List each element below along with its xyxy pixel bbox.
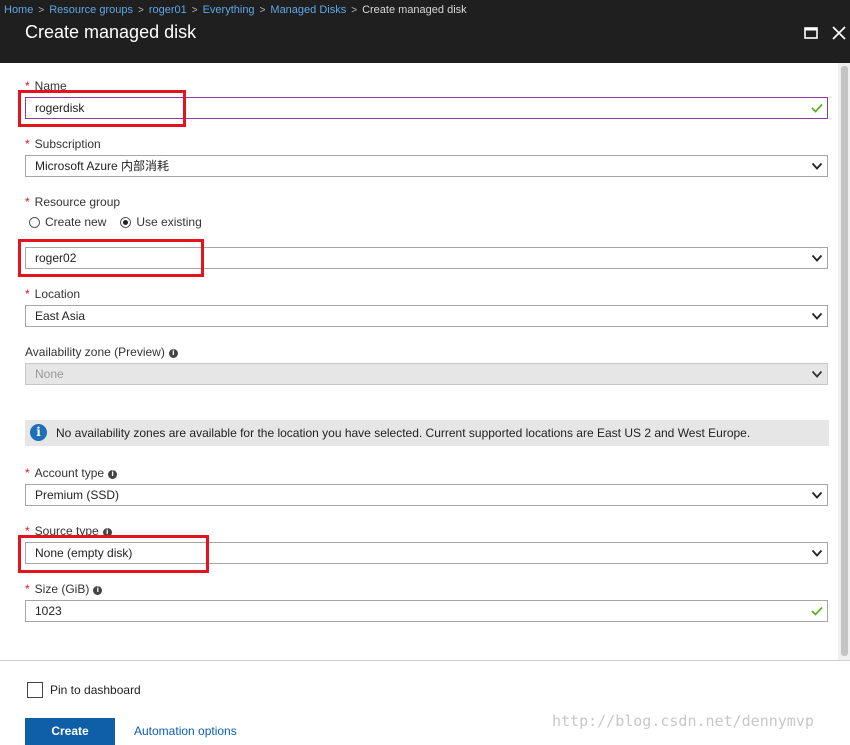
radio-button-selected[interactable] (120, 216, 132, 228)
required-marker: * (25, 137, 30, 151)
size-label-text: Size (GiB) (34, 582, 90, 596)
highlight-box-name (18, 90, 186, 127)
scrollbar-thumb[interactable] (841, 66, 848, 656)
radio-create-new-label: Create new (45, 215, 107, 229)
chevron-down-icon (811, 312, 823, 320)
checkmark-icon (811, 103, 823, 113)
breadcrumb-everything[interactable]: Everything (203, 4, 255, 16)
checkmark-icon (811, 606, 823, 616)
resource-group-label: * Resource group (25, 195, 120, 209)
location-value: East Asia (35, 309, 86, 323)
account-type-select[interactable]: Premium (SSD) (25, 484, 828, 506)
account-type-label-text: Account type (34, 466, 105, 480)
radio-button[interactable] (29, 216, 40, 228)
subscription-value: Microsoft Azure 内部消耗 (35, 159, 170, 173)
size-input[interactable]: 1023 (25, 600, 828, 622)
info-circle-icon: i (30, 424, 47, 441)
required-marker: * (25, 582, 30, 596)
chevron-right-icon: > (191, 4, 198, 16)
breadcrumb-home[interactable]: Home (4, 4, 33, 16)
radio-create-new[interactable]: Create new (29, 215, 106, 229)
pin-to-dashboard-label[interactable]: Pin to dashboard (50, 683, 141, 697)
resource-group-radio-group: Create new Use existing (29, 215, 216, 229)
account-type-label: * Account type i (25, 466, 118, 480)
chevron-right-icon: > (351, 4, 358, 16)
chevron-down-icon (811, 491, 823, 499)
subscription-label-text: Subscription (34, 137, 101, 151)
chevron-right-icon: > (38, 4, 45, 16)
subscription-select[interactable]: Microsoft Azure 内部消耗 (25, 155, 828, 177)
chevron-down-icon (811, 254, 823, 262)
blade-header: Home > Resource groups > roger01 > Every… (0, 0, 850, 63)
info-banner-text: No availability zones are available for … (56, 426, 751, 440)
info-icon[interactable]: i (108, 470, 118, 479)
create-button[interactable]: Create (25, 718, 115, 745)
page-title: Create managed disk (25, 22, 197, 42)
resource-group-label-text: Resource group (34, 195, 121, 209)
size-label: * Size (GiB) i (25, 582, 103, 596)
location-label-text: Location (34, 287, 81, 301)
required-marker: * (25, 287, 30, 301)
breadcrumb-managed-disks[interactable]: Managed Disks (270, 4, 346, 16)
pin-to-dashboard-checkbox[interactable] (27, 682, 43, 698)
info-banner: i No availability zones are available fo… (25, 420, 829, 446)
highlight-box-resource-group (18, 239, 204, 277)
info-icon[interactable]: i (93, 586, 103, 595)
highlight-box-source-type (18, 535, 209, 573)
watermark: http://blog.csdn.net/dennymvp (552, 712, 814, 730)
breadcrumb-resource-groups[interactable]: Resource groups (49, 4, 133, 16)
breadcrumb-roger01[interactable]: roger01 (149, 4, 187, 16)
info-icon[interactable]: i (168, 349, 178, 358)
automation-options-link[interactable]: Automation options (134, 724, 237, 738)
chevron-down-icon (811, 549, 823, 557)
account-type-value: Premium (SSD) (35, 488, 120, 502)
chevron-down-icon (811, 370, 823, 378)
chevron-right-icon: > (137, 4, 144, 16)
location-label: * Location (25, 287, 80, 301)
breadcrumb-current: Create managed disk (362, 4, 467, 16)
maximize-icon[interactable] (802, 24, 820, 42)
location-select[interactable]: East Asia (25, 305, 828, 327)
required-marker: * (25, 466, 30, 480)
radio-use-existing[interactable]: Use existing (120, 215, 202, 229)
required-marker: * (25, 195, 30, 209)
availability-zone-label-text: Availability zone (Preview) (25, 345, 165, 359)
close-icon[interactable] (830, 24, 848, 42)
breadcrumb: Home > Resource groups > roger01 > Every… (4, 2, 467, 18)
size-value: 1023 (35, 604, 62, 618)
availability-zone-select: None (25, 363, 828, 385)
subscription-label: * Subscription (25, 137, 101, 151)
radio-use-existing-label: Use existing (136, 215, 202, 229)
chevron-down-icon (811, 162, 823, 170)
availability-zone-value: None (35, 367, 64, 381)
blade-footer: Pin to dashboard Create Automation optio… (0, 660, 850, 745)
availability-zone-label: Availability zone (Preview) i (25, 345, 178, 359)
chevron-right-icon: > (259, 4, 266, 16)
